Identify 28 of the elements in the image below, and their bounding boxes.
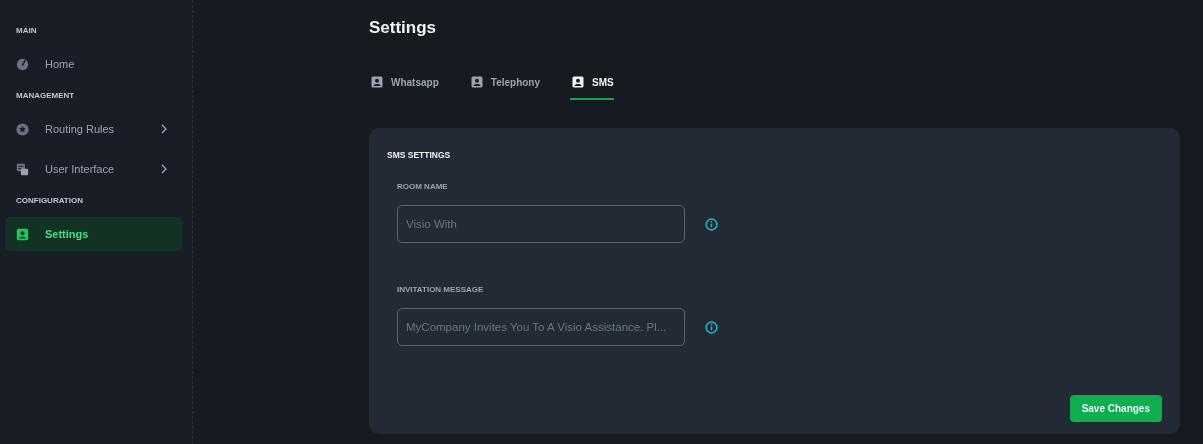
tab[interactable]: SMS bbox=[570, 76, 614, 100]
user-icon bbox=[371, 76, 383, 88]
user-icon bbox=[572, 76, 585, 88]
sidebar-item[interactable]: Home bbox=[5, 47, 182, 81]
item-label: Settings bbox=[45, 228, 90, 240]
field-label: INVITATION MESSAGE bbox=[397, 285, 485, 294]
section-heading: CONFIGURATION bbox=[15, 195, 84, 205]
chat-icon bbox=[16, 162, 29, 176]
item-label: Routing Rules bbox=[45, 123, 116, 135]
page-title: Settings bbox=[369, 18, 438, 38]
gauge-icon bbox=[16, 57, 29, 71]
sidebar-item[interactable]: User Interface bbox=[5, 152, 182, 186]
field-label: ROOM NAME bbox=[397, 182, 449, 191]
section-heading: MANAGEMENT bbox=[15, 90, 76, 100]
item-label: Home bbox=[45, 58, 76, 70]
tab[interactable]: Telephony bbox=[468, 76, 541, 100]
info-icon bbox=[705, 217, 718, 231]
input-field[interactable]: Visio With bbox=[397, 205, 685, 243]
user-icon bbox=[16, 227, 29, 241]
input-field[interactable]: MyCompany Invites You To A Visio Assistance. Pl... bbox=[397, 308, 685, 346]
section-heading: MAIN bbox=[15, 25, 38, 35]
sidebar-item[interactable]: Settings bbox=[5, 217, 182, 251]
sidebar-item[interactable]: Routing Rules bbox=[5, 112, 182, 146]
item-label: User Interface bbox=[45, 163, 116, 175]
card-title: SMS SETTINGS bbox=[387, 150, 452, 160]
tab[interactable]: Whatsapp bbox=[369, 76, 439, 100]
user-icon bbox=[470, 76, 483, 88]
info-icon bbox=[705, 320, 718, 334]
